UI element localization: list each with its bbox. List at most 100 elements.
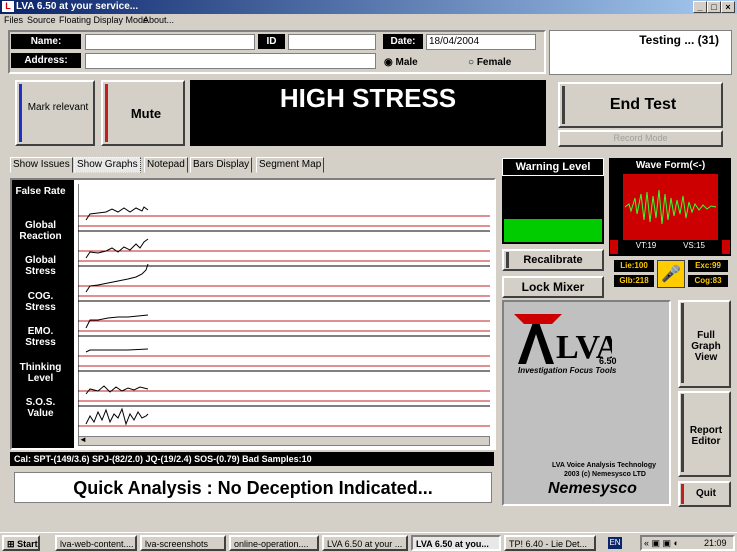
- glb-meter: Glb:218: [614, 275, 654, 287]
- tab-notepad[interactable]: Notepad: [144, 157, 188, 173]
- name-field[interactable]: [85, 34, 255, 50]
- row-label-emo-stress: EMO. Stress: [25, 326, 56, 348]
- tab-bars-display[interactable]: Bars Display: [190, 157, 253, 173]
- taskbar-item[interactable]: LVA 6.50 at your ...: [322, 535, 408, 551]
- logo-tagline: Investigation Focus Tools: [518, 366, 617, 375]
- female-radio[interactable]: ○ Female: [468, 57, 511, 68]
- graph-labels: False Rate Global Reaction Global Stress…: [12, 180, 74, 448]
- row-label-thinking-level: Thinking Level: [19, 362, 62, 384]
- male-label: Male: [395, 57, 418, 68]
- graph-panel: False Rate Global Reaction Global Stress…: [10, 178, 496, 450]
- lie-meter: Lie:100: [614, 260, 654, 272]
- lock-mixer-button[interactable]: Lock Mixer: [502, 276, 604, 298]
- taskbar-item[interactable]: online-operation....: [229, 535, 319, 551]
- button-stripe: [681, 394, 684, 472]
- tab-segment-map[interactable]: Segment Map: [256, 157, 325, 173]
- quick-analysis: Quick Analysis : No Deception Indicated.…: [14, 472, 492, 503]
- waveform-panel: Wave Form(<-) VT:19 VS:15: [609, 158, 731, 256]
- taskbar: ⊞ Start lva-web-content.... lva-screensh…: [0, 532, 737, 552]
- taskbar-item-active[interactable]: LVA 6.50 at you...: [411, 535, 501, 551]
- window-title: LVA 6.50 at your service...: [16, 1, 139, 12]
- female-label: Female: [476, 57, 512, 68]
- close-button[interactable]: ×: [721, 1, 735, 13]
- address-field[interactable]: [85, 53, 376, 69]
- start-label: Start: [17, 539, 38, 549]
- logo-tech: LVA Voice Analysis Technology: [552, 462, 656, 469]
- stress-banner: HIGH STRESS: [190, 80, 546, 146]
- row-label-false-rate: False Rate: [15, 186, 66, 197]
- waveform-title: Wave Form(<-): [635, 160, 706, 171]
- recalibrate-button[interactable]: Recalibrate: [502, 249, 604, 271]
- id-label: ID: [258, 34, 285, 49]
- logo-copyright: 2003 (c) Nemesysco LTD: [564, 471, 646, 478]
- button-stripe: [681, 303, 684, 383]
- name-label: Name:: [11, 34, 81, 49]
- scroll-left-icon[interactable]: ◄: [79, 435, 87, 444]
- vt-readout: VT:19: [635, 241, 657, 250]
- vs-readout: VS:15: [683, 241, 705, 250]
- quit-button[interactable]: Quit: [678, 481, 731, 507]
- report-editor-label: Report Editor: [689, 425, 723, 447]
- id-field[interactable]: [288, 34, 376, 50]
- tab-show-graphs[interactable]: Show Graphs: [74, 157, 141, 173]
- row-label-sos-value: S.O.S. Value: [25, 397, 56, 419]
- menu-files[interactable]: Files: [4, 15, 23, 25]
- menu-source[interactable]: Source: [27, 15, 56, 25]
- quit-label: Quit: [696, 488, 716, 499]
- mark-relevant-label: Mark relevant: [27, 102, 89, 113]
- record-mode-button[interactable]: Record Mode: [558, 130, 723, 147]
- red-stripe: [681, 484, 684, 504]
- menu-bar: Files Source Floating Display Mode About…: [0, 14, 737, 28]
- menu-floating-display-mode[interactable]: Floating Display Mode: [59, 15, 148, 25]
- tray-icons[interactable]: « ▣ ▣ ◐: [644, 538, 679, 549]
- row-label-cog-stress: COG. Stress: [25, 291, 56, 313]
- cog-meter: Cog:83: [688, 275, 728, 287]
- system-tray: « ▣ ▣ ◐ 21:09: [640, 535, 735, 551]
- male-radio[interactable]: ◉ Male: [384, 57, 418, 68]
- date-field[interactable]: 18/04/2004: [426, 34, 536, 50]
- button-stripe: [562, 86, 565, 124]
- language-indicator[interactable]: EN: [608, 537, 622, 549]
- button-stripe: [506, 252, 509, 268]
- end-test-button[interactable]: End Test: [558, 82, 723, 128]
- address-label: Address:: [11, 53, 81, 68]
- taskbar-item[interactable]: lva-web-content....: [55, 535, 137, 551]
- mark-relevant-button[interactable]: Mark relevant: [15, 80, 95, 146]
- title-bar: L LVA 6.50 at your service... _ □ ×: [0, 0, 737, 14]
- left-level-indicator: [610, 240, 618, 254]
- stress-graphs: [78, 184, 490, 436]
- microphone-icon[interactable]: 🎤: [657, 260, 685, 288]
- menu-about[interactable]: About...: [143, 15, 174, 25]
- red-stripe: [105, 84, 108, 142]
- logo-company: Nemesysco: [548, 480, 637, 497]
- mute-label: Mute: [130, 106, 162, 121]
- warning-level-bar: [504, 219, 602, 242]
- testing-status: Testing ... (31): [549, 30, 732, 75]
- warning-title: Warning Level: [502, 158, 604, 176]
- date-label: Date:: [383, 34, 423, 49]
- lva-logo-icon: LVA: [514, 314, 612, 366]
- taskbar-item[interactable]: TP! 6.40 - Lie Det...: [504, 535, 596, 551]
- warning-panel: Warning Level: [502, 158, 604, 244]
- blue-stripe: [19, 84, 22, 142]
- radio-empty-icon: ○: [468, 57, 475, 68]
- maximize-button[interactable]: □: [707, 1, 721, 13]
- mute-button[interactable]: Mute: [101, 80, 185, 146]
- waveform-display: [623, 174, 718, 240]
- end-test-label: End Test: [609, 96, 677, 113]
- report-editor-button[interactable]: Report Editor: [678, 391, 731, 477]
- exc-meter: Exc:99: [688, 260, 728, 272]
- windows-logo-icon: ⊞: [7, 539, 15, 549]
- taskbar-item[interactable]: lva-screenshots: [140, 535, 226, 551]
- right-level-indicator: [722, 240, 730, 254]
- start-button[interactable]: ⊞ Start: [2, 535, 40, 551]
- app-icon: L: [2, 1, 14, 12]
- graph-scrollbar[interactable]: ◄: [78, 435, 490, 446]
- clock: 21:09: [704, 538, 727, 548]
- radio-selected-icon: ◉: [384, 57, 393, 68]
- minimize-button[interactable]: _: [693, 1, 707, 13]
- full-graph-view-button[interactable]: Full Graph View: [678, 300, 731, 388]
- tab-show-issues[interactable]: Show Issues: [10, 157, 73, 173]
- calibration-text: Cal: SPT-(149/3.6) SPJ-(82/2.0) JQ-(19/2…: [10, 452, 494, 466]
- row-label-global-reaction: Global Reaction: [19, 220, 62, 242]
